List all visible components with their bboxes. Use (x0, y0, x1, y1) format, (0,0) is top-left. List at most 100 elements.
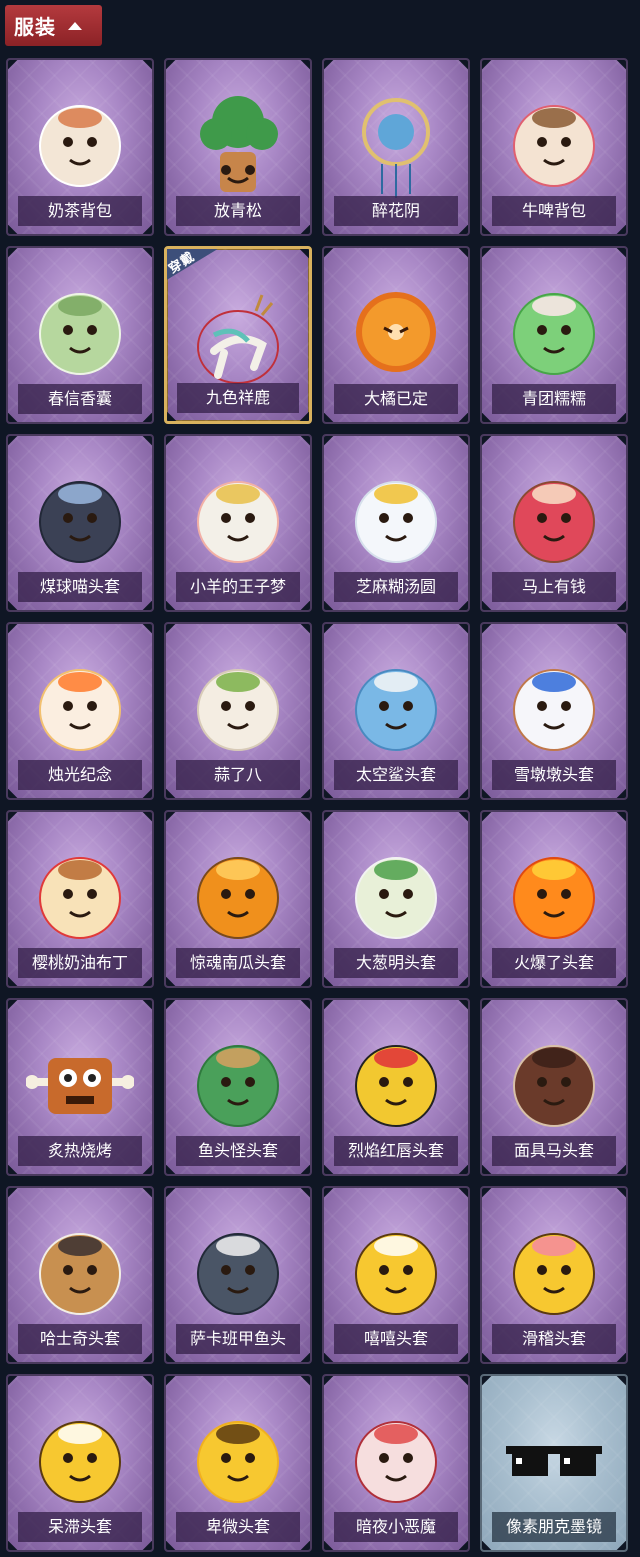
outfit-item-name: 惊魂南瓜头套 (176, 948, 300, 978)
outfit-item-name: 嘻嘻头套 (334, 1324, 458, 1354)
outfit-item-name: 小羊的王子梦 (176, 572, 300, 602)
stare-emoji-icon (39, 1421, 121, 1503)
outfit-item-card[interactable]: 芝麻糊汤圆 (322, 434, 470, 612)
outfit-item-card[interactable]: 大橘已定 (322, 246, 470, 424)
pine-tree-pot-icon (200, 96, 278, 192)
outfit-item-card[interactable]: 奶茶背包 (6, 58, 154, 236)
outfit-item-name: 萨卡班甲鱼头 (176, 1324, 300, 1354)
outfit-item-card[interactable]: 嘻嘻头套 (322, 1186, 470, 1364)
bbq-meat-icon (26, 1058, 134, 1114)
shark-head-icon (355, 669, 437, 751)
pumpkin-head-icon (197, 857, 279, 939)
outfit-item-name: 芝麻糊汤圆 (334, 572, 458, 602)
outfit-grid: 奶茶背包 放青松 醉花阴 牛啤背包 春信香囊 九色祥鹿 穿戴 大橘已定 青团糯糯… (6, 58, 628, 1552)
fire-head-icon (513, 857, 595, 939)
outfit-item-name: 奶茶背包 (18, 196, 142, 226)
outfit-item-card[interactable]: 蒜了八 (164, 622, 312, 800)
outfit-item-card[interactable]: 萨卡班甲鱼头 (164, 1186, 312, 1364)
outfit-item-card[interactable]: 太空鲨头套 (322, 622, 470, 800)
little-devil-icon (355, 1421, 437, 1503)
outfit-item-name: 放青松 (176, 196, 300, 226)
outfit-item-name: 醉花阴 (334, 196, 458, 226)
outfit-item-name: 牛啤背包 (492, 196, 616, 226)
chevron-up-icon (68, 21, 82, 30)
outfit-category-label: 服装 (14, 15, 56, 39)
outfit-item-name: 卑微头套 (176, 1512, 300, 1542)
outfit-item-card[interactable]: 哈士奇头套 (6, 1186, 154, 1364)
funny-emoji-icon (513, 1233, 595, 1315)
outfit-item-card[interactable]: 火爆了头套 (480, 810, 628, 988)
outfit-item-card[interactable]: 放青松 (164, 58, 312, 236)
outfit-item-card[interactable]: 醉花阴 (322, 58, 470, 236)
outfit-item-name: 樱桃奶油布丁 (18, 948, 142, 978)
red-horse-icon (513, 481, 595, 563)
outfit-item-name: 火爆了头套 (492, 948, 616, 978)
outfit-item-name: 煤球喵头套 (18, 572, 142, 602)
outfit-item-name: 面具马头套 (492, 1136, 616, 1166)
outfit-item-card[interactable]: 牛啤背包 (480, 58, 628, 236)
outfit-item-card[interactable]: 像素朋克墨镜 (480, 1374, 628, 1552)
outfit-item-name: 大橘已定 (334, 384, 458, 414)
outfit-item-card[interactable]: 青团糯糯 (480, 246, 628, 424)
horse-mask-icon (513, 1045, 595, 1127)
outfit-item-name: 马上有钱 (492, 572, 616, 602)
outfit-item-name: 烈焰红唇头套 (334, 1136, 458, 1166)
sachet-icon (39, 293, 121, 375)
sacabambaspis-head-icon (197, 1233, 279, 1315)
rice-dumpling-icon (355, 481, 437, 563)
outfit-item-card[interactable]: 炙热烧烤 (6, 998, 154, 1176)
orange-slice-icon (356, 292, 436, 372)
outfit-item-card[interactable]: 九色祥鹿 穿戴 (164, 246, 312, 424)
outfit-item-name: 哈士奇头套 (18, 1324, 142, 1354)
outfit-item-name: 大葱明头套 (334, 948, 458, 978)
outfit-item-card[interactable]: 小羊的王子梦 (164, 434, 312, 612)
outfit-item-name: 鱼头怪头套 (176, 1136, 300, 1166)
snowman-head-icon (513, 669, 595, 751)
cow-beer-mug-icon (513, 105, 595, 187)
outfit-item-name: 蒜了八 (176, 760, 300, 790)
husky-head-icon (39, 1233, 121, 1315)
outfit-item-card[interactable]: 暗夜小恶魔 (322, 1374, 470, 1552)
sheep-prince-icon (197, 481, 279, 563)
outfit-item-card[interactable]: 面具马头套 (480, 998, 628, 1176)
outfit-item-card[interactable]: 惊魂南瓜头套 (164, 810, 312, 988)
humble-emoji-icon (197, 1421, 279, 1503)
outfit-item-name: 烛光纪念 (18, 760, 142, 790)
outfit-item-card[interactable]: 煤球喵头套 (6, 434, 154, 612)
outfit-item-name: 太空鲨头套 (334, 760, 458, 790)
grin-emoji-icon (355, 1233, 437, 1315)
outfit-item-name: 雪墩墩头套 (492, 760, 616, 790)
fish-head-icon (197, 1045, 279, 1127)
outfit-item-name: 春信香囊 (18, 384, 142, 414)
outfit-item-card[interactable]: 樱桃奶油布丁 (6, 810, 154, 988)
outfit-item-name: 滑稽头套 (492, 1324, 616, 1354)
outfit-item-card[interactable]: 鱼头怪头套 (164, 998, 312, 1176)
outfit-item-name: 像素朋克墨镜 (492, 1512, 616, 1542)
outfit-category-tab[interactable]: 服装 (5, 5, 102, 46)
black-cat-head-icon (39, 481, 121, 563)
outfit-item-card[interactable]: 雪墩墩头套 (480, 622, 628, 800)
outfit-item-name: 九色祥鹿 (177, 383, 299, 413)
outfit-item-name: 炙热烧烤 (18, 1136, 142, 1166)
outfit-item-card[interactable]: 春信香囊 (6, 246, 154, 424)
outfit-item-card[interactable]: 卑微头套 (164, 1374, 312, 1552)
milk-tea-backpack-icon (39, 105, 121, 187)
outfit-item-name: 呆滞头套 (18, 1512, 142, 1542)
flower-ornament-icon (362, 98, 430, 198)
yellow-mouse-head-icon (355, 1045, 437, 1127)
outfit-item-card[interactable]: 大葱明头套 (322, 810, 470, 988)
outfit-item-card[interactable]: 滑稽头套 (480, 1186, 628, 1364)
pudding-icon (39, 857, 121, 939)
outfit-item-card[interactable]: 呆滞头套 (6, 1374, 154, 1552)
green-onion-head-icon (355, 857, 437, 939)
outfit-item-name: 青团糯糯 (492, 384, 616, 414)
outfit-item-name: 暗夜小恶魔 (334, 1512, 458, 1542)
nine-color-deer-icon (197, 294, 279, 384)
outfit-item-card[interactable]: 马上有钱 (480, 434, 628, 612)
outfit-item-card[interactable]: 烈焰红唇头套 (322, 998, 470, 1176)
candle-icon (39, 669, 121, 751)
outfit-item-card[interactable]: 烛光纪念 (6, 622, 154, 800)
garlic-icon (197, 669, 279, 751)
green-rice-ball-icon (513, 293, 595, 375)
pixel-sunglasses-icon (506, 1446, 602, 1476)
